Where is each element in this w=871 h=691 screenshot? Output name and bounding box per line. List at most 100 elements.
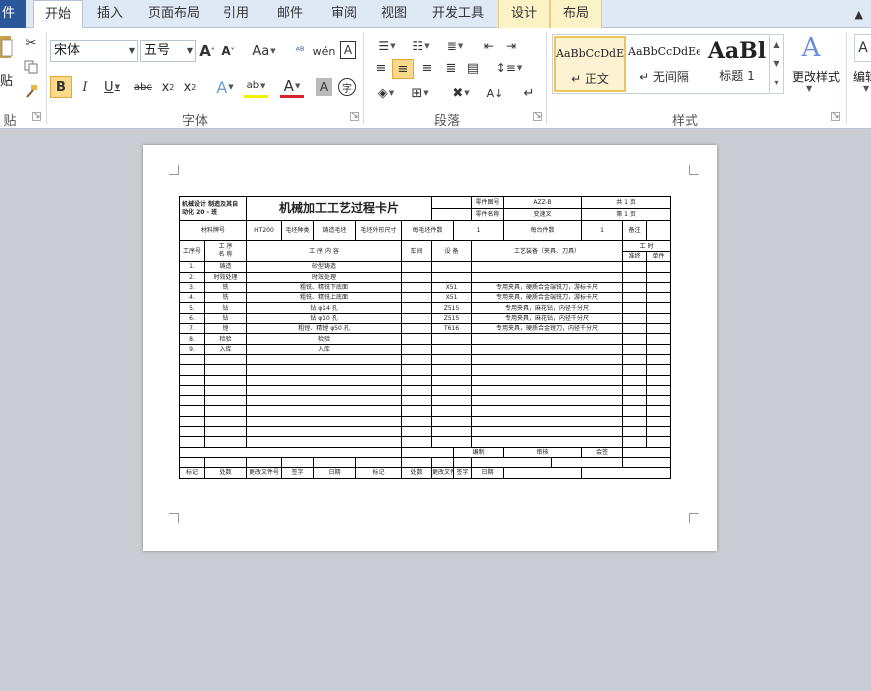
paste-icon[interactable] bbox=[0, 34, 14, 62]
strikethrough-button[interactable]: abc bbox=[134, 76, 152, 98]
tab-view[interactable]: 视图 bbox=[372, 0, 416, 28]
paragraph-launcher-icon[interactable]: ↘ bbox=[533, 112, 542, 121]
tab-home[interactable]: 开始 bbox=[33, 0, 83, 29]
enclose-characters-icon[interactable]: 字 bbox=[338, 78, 356, 96]
tooling-cell: 专用夹具，硬质合金镗刀，内径千分尺 bbox=[470, 323, 624, 335]
align-center-icon[interactable]: ≡ bbox=[392, 59, 414, 79]
document-workspace: 机械设计 制造及其自 动化 20 - 班 机械加工工艺过程卡片 零件图号 AZZ-… bbox=[0, 130, 871, 691]
part-no-label: 零件图号 bbox=[471, 196, 504, 209]
style-no-spacing[interactable]: AaBbCcDdEe ↵ 无间隔 bbox=[628, 36, 700, 92]
op-name-cell bbox=[204, 374, 247, 386]
multilevel-list-icon[interactable]: ≣ ▼ bbox=[440, 38, 470, 54]
tab-insert[interactable]: 插入 bbox=[88, 0, 132, 28]
editing-label[interactable]: 编辑 bbox=[853, 68, 871, 85]
op-name-cell: 入库 bbox=[204, 343, 247, 355]
tab-table-layout[interactable]: 布局 bbox=[550, 0, 602, 28]
op-name-cell: 时效处理 bbox=[204, 271, 247, 283]
show-marks-icon[interactable]: ↵ bbox=[520, 84, 538, 102]
equipment-cell bbox=[431, 364, 472, 376]
footer-blank bbox=[313, 456, 356, 469]
col-unit: 单件 bbox=[646, 250, 672, 263]
chevron-down-icon[interactable]: ▼ bbox=[863, 84, 869, 93]
justify-icon[interactable]: ≣ bbox=[442, 59, 460, 77]
character-shading-icon[interactable]: A bbox=[316, 78, 332, 96]
align-right-icon[interactable]: ≡ bbox=[418, 59, 436, 77]
tooling-cell bbox=[470, 426, 624, 438]
superscript-button[interactable]: x2 bbox=[182, 76, 198, 98]
numbering-icon[interactable]: ☷ ▼ bbox=[406, 38, 436, 54]
find-icon[interactable]: A bbox=[854, 34, 871, 62]
shading-icon[interactable]: ◈ ▼ bbox=[372, 84, 400, 102]
process-row: 4. 铣粗铣、精铣上底面 X51 专用夹具，硬质合金端铣刀，游标卡尺 bbox=[179, 292, 672, 304]
line-spacing-icon[interactable]: ↕≡ ▼ bbox=[496, 59, 523, 77]
font-launcher-icon[interactable]: ↘ bbox=[350, 112, 359, 121]
character-border-icon[interactable]: A bbox=[340, 41, 356, 59]
increase-indent-icon[interactable]: ⇥ bbox=[502, 38, 520, 54]
font-name-combo[interactable]: 宋体 ▼ bbox=[50, 40, 138, 62]
change-case-icon[interactable]: Aa ▼ bbox=[252, 41, 276, 61]
class-name: 动化 20 - 班 bbox=[182, 208, 218, 216]
footer-blank bbox=[550, 456, 624, 469]
op-no-cell: 6. bbox=[179, 312, 205, 325]
font-color-icon[interactable]: A ▼ bbox=[280, 76, 304, 98]
footer-date-label: 日期 bbox=[313, 467, 356, 479]
format-painter-icon[interactable] bbox=[24, 84, 38, 98]
change-styles-icon[interactable]: A bbox=[796, 32, 826, 64]
text-effects-icon[interactable]: A ▼ bbox=[214, 76, 236, 98]
tab-page-layout[interactable]: 页面布局 bbox=[142, 0, 206, 28]
style-heading-1[interactable]: AaBl 标题 1 bbox=[701, 36, 773, 92]
bold-button[interactable]: B bbox=[50, 76, 72, 98]
highlight-icon[interactable]: ab ▼ bbox=[244, 76, 268, 98]
prep-time-cell bbox=[622, 374, 648, 386]
subscript-button[interactable]: x2 bbox=[160, 76, 176, 98]
footer-sign-label: 签字 bbox=[281, 467, 314, 479]
op-content-cell bbox=[246, 374, 402, 386]
decrease-indent-icon[interactable]: ⇤ bbox=[480, 38, 498, 54]
shrink-font-icon[interactable]: A ˅ bbox=[220, 41, 236, 61]
op-no-cell: 3. bbox=[179, 281, 205, 294]
distributed-icon[interactable]: ▤ bbox=[464, 59, 482, 77]
tab-table-design[interactable]: 设计 bbox=[498, 0, 550, 28]
italic-button[interactable]: I bbox=[78, 76, 92, 98]
op-no-cell bbox=[179, 353, 205, 366]
tab-file[interactable]: 件 bbox=[0, 0, 26, 28]
cut-icon[interactable]: ✂ bbox=[24, 36, 38, 51]
copy-icon[interactable] bbox=[24, 60, 38, 74]
sort-icon[interactable]: A↓ bbox=[486, 84, 504, 102]
workshop-cell bbox=[401, 436, 432, 448]
phonetic-guide-icon[interactable]: wén bbox=[313, 41, 336, 61]
font-size-combo[interactable]: 五号 ▼ bbox=[140, 40, 196, 62]
paste-label[interactable]: 贴 bbox=[0, 70, 13, 89]
styles-launcher-icon[interactable]: ↘ bbox=[831, 112, 840, 121]
change-styles-label[interactable]: 更改样式 bbox=[788, 68, 844, 85]
equipment-cell bbox=[431, 436, 472, 448]
prep-time-cell bbox=[622, 415, 648, 428]
process-row bbox=[179, 436, 672, 448]
gallery-scroll[interactable]: ▲ ▼ ▾ bbox=[769, 35, 783, 93]
style-normal[interactable]: AaBbCcDdEe ↵ 正文 bbox=[554, 36, 626, 92]
tab-review[interactable]: 审阅 bbox=[322, 0, 366, 28]
borders-icon[interactable]: ⊞ ▼ bbox=[406, 84, 434, 102]
footer-blank bbox=[179, 456, 205, 469]
tab-references[interactable]: 引用 bbox=[214, 0, 258, 28]
align-left-icon[interactable]: ≡ bbox=[372, 59, 390, 77]
op-content-cell bbox=[246, 384, 402, 397]
clipboard-launcher-icon[interactable]: ↘ bbox=[32, 112, 41, 121]
workshop-cell bbox=[401, 353, 432, 366]
grow-font-icon[interactable]: A ˄ bbox=[199, 41, 215, 61]
document-page[interactable]: 机械设计 制造及其自 动化 20 - 班 机械加工工艺过程卡片 零件图号 AZZ-… bbox=[143, 145, 717, 551]
op-content-cell bbox=[246, 353, 402, 366]
chinese-layout-icon[interactable]: ✖ ▼ bbox=[446, 84, 476, 102]
tab-mailings[interactable]: 邮件 bbox=[268, 0, 312, 28]
op-no-cell: 2. bbox=[179, 271, 205, 283]
collapse-ribbon-icon[interactable]: ▲ bbox=[855, 8, 863, 21]
op-name-cell: 铸造 bbox=[204, 261, 247, 273]
tab-developer[interactable]: 开发工具 bbox=[426, 0, 490, 28]
clear-format-icon[interactable]: ᴬᴮ bbox=[290, 41, 310, 61]
op-name-cell: 铣 bbox=[204, 281, 247, 294]
col-op-name-1: 工 序 bbox=[218, 243, 233, 251]
chevron-down-icon[interactable]: ▼ bbox=[806, 84, 812, 93]
bullets-icon[interactable]: ☰ ▼ bbox=[372, 38, 402, 54]
underline-button[interactable]: U ▼ bbox=[100, 76, 124, 98]
prep-time-cell bbox=[622, 281, 648, 294]
